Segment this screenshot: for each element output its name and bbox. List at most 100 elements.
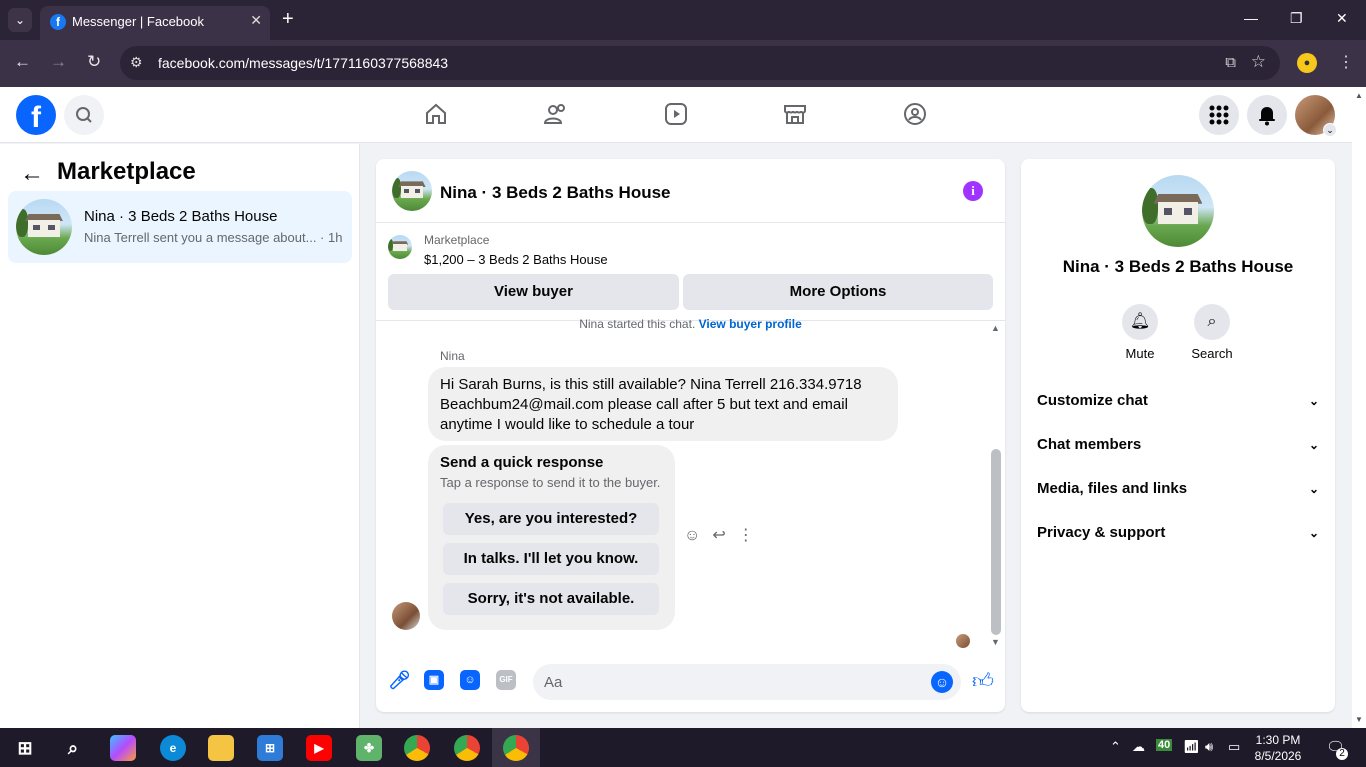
photo-icon[interactable]: ▣ <box>424 670 444 690</box>
search-button[interactable]: ⌕ Search <box>1176 304 1248 361</box>
message-input[interactable]: Aa ☺ <box>533 664 961 700</box>
view-buyer-profile-link[interactable]: View buyer profile <box>699 317 802 331</box>
extension-icon[interactable]: ● <box>1297 53 1317 73</box>
tab-close-icon[interactable]: ✕ <box>250 12 262 29</box>
message-bubble[interactable]: Hi Sarah Burns, is this still available?… <box>428 367 898 441</box>
more-icon[interactable]: ⋮ <box>738 527 754 544</box>
notification-count-badge: 2 <box>1336 748 1348 760</box>
listing-price[interactable]: $1,200 – 3 Beds 2 Baths House <box>424 252 608 267</box>
edge-icon[interactable]: e <box>160 735 186 761</box>
video-icon[interactable] <box>663 101 689 127</box>
scroll-down-icon[interactable]: ▼ <box>991 637 1000 647</box>
view-buyer-button[interactable]: View buyer <box>388 274 679 310</box>
scroll-up-icon[interactable]: ▲ <box>991 323 1000 333</box>
forward-icon[interactable]: → <box>50 52 67 72</box>
file-explorer-icon[interactable] <box>208 735 234 761</box>
minimize-icon[interactable]: — <box>1244 10 1258 26</box>
bookmark-star-icon[interactable]: ☆ <box>1251 52 1266 72</box>
app-icon[interactable]: ✤ <box>356 735 382 761</box>
chrome-active-icon[interactable] <box>503 735 529 761</box>
back-icon[interactable]: ← <box>14 52 31 72</box>
new-tab-button[interactable]: + <box>282 8 294 30</box>
chat-details-panel: Nina · 3 Beds 2 Baths House 🔔︎ Mute ⌕ Se… <box>1021 159 1335 712</box>
scroll-up-icon[interactable]: ▲ <box>1355 91 1363 100</box>
browser-menu-icon[interactable]: ⋮ <box>1338 52 1354 72</box>
chevron-down-icon: ⌄ <box>1323 123 1337 137</box>
window-close-icon[interactable]: ✕ <box>1336 10 1348 27</box>
started-text: Nina started this chat. <box>579 317 696 331</box>
battery-icon[interactable]: ▭ <box>1228 739 1240 755</box>
back-arrow-icon[interactable]: ← <box>20 160 44 188</box>
gif-icon[interactable]: GIF <box>496 670 516 690</box>
quick-response-option[interactable]: Yes, are you interested? <box>443 503 659 535</box>
url-text[interactable]: facebook.com/messages/t/1771160377568843 <box>158 55 448 71</box>
youtube-icon[interactable]: ▶ <box>306 735 332 761</box>
customize-chat-section[interactable]: Customize chat ⌄ <box>1037 381 1319 421</box>
microphone-icon[interactable]: 🎤︎ <box>388 670 411 690</box>
reload-icon[interactable]: ↻ <box>87 52 101 72</box>
menu-grid-button[interactable] <box>1199 95 1239 135</box>
groups-icon[interactable] <box>902 101 928 127</box>
marketplace-icon[interactable] <box>782 101 808 127</box>
clock[interactable]: 1:30 PM 8/5/2026 <box>1248 732 1308 764</box>
chat-members-section[interactable]: Chat members ⌄ <box>1037 425 1319 465</box>
scrollbar-thumb[interactable] <box>991 449 1001 635</box>
conversation-preview: Nina Terrell sent you a message about...… <box>84 230 343 245</box>
windows-start-icon[interactable]: ⊞ <box>12 735 38 761</box>
sticker-icon[interactable]: ☺ <box>460 670 480 690</box>
cloud-icon[interactable]: ☁ <box>1132 739 1145 755</box>
thumbs-up-icon[interactable]: 👍︎ <box>972 668 994 694</box>
sender-avatar[interactable] <box>392 602 420 630</box>
conversation-item[interactable]: Nina · 3 Beds 2 Baths House Nina Terrell… <box>8 191 352 263</box>
chat-thumbnail[interactable] <box>392 171 432 211</box>
privacy-support-section[interactable]: Privacy & support ⌄ <box>1037 513 1319 553</box>
facebook-search-button[interactable] <box>64 95 104 135</box>
more-options-button[interactable]: More Options <box>683 274 993 310</box>
chevron-down-icon: ⌄ <box>1308 482 1319 496</box>
notifications-button[interactable] <box>1247 95 1287 135</box>
media-files-links-section[interactable]: Media, files and links ⌄ <box>1037 469 1319 509</box>
address-bar-row: ← → ↻ ⚙ facebook.com/messages/t/17711603… <box>0 40 1366 87</box>
site-info-icon[interactable]: ⚙ <box>130 54 143 71</box>
profile-avatar[interactable]: ⌄ <box>1295 95 1337 137</box>
react-smiley-icon[interactable]: ☺ <box>684 527 700 544</box>
scroll-down-icon[interactable]: ▼ <box>1355 715 1363 724</box>
browser-tab[interactable]: f Messenger | Facebook ✕ <box>40 6 270 40</box>
quick-response-option[interactable]: In talks. I'll let you know. <box>443 543 659 575</box>
listing-thumbnail <box>16 199 72 255</box>
chrome-profile-icon[interactable] <box>454 735 480 761</box>
omnibox[interactable]: ⚙ facebook.com/messages/t/17711603775688… <box>120 46 1280 80</box>
details-name: Nina · 3 Beds 2 Baths House <box>1062 257 1294 276</box>
tab-search-icon[interactable]: ⌄ <box>8 8 32 32</box>
grid-icon <box>1209 105 1229 125</box>
windows-taskbar: ⊞ ⌕ e ⊞ ▶ ✤ ⌃ ☁ 40 📶︎ 🔊︎ ▭ 1:30 PM 8/5/2… <box>0 728 1366 767</box>
facebook-logo-icon[interactable]: f <box>16 95 56 135</box>
friends-icon[interactable] <box>543 101 569 127</box>
tab-title: Messenger | Facebook <box>72 14 204 29</box>
conversation-name: Nina · 3 Beds 2 Baths House <box>84 208 278 225</box>
store-icon[interactable]: ⊞ <box>257 735 283 761</box>
home-icon[interactable] <box>423 101 449 127</box>
tray-badge[interactable]: 40 <box>1156 739 1173 751</box>
reply-icon[interactable]: ↩ <box>712 527 725 544</box>
wifi-icon[interactable]: 📶︎ <box>1183 739 1200 755</box>
section-label: Privacy & support <box>1037 524 1166 541</box>
info-icon[interactable]: i <box>963 181 983 201</box>
tray-chevron-icon[interactable]: ⌃ <box>1110 739 1121 755</box>
clock-time: 1:30 PM <box>1255 733 1301 747</box>
chat-started-notice: Nina started this chat. View buyer profi… <box>376 317 1005 331</box>
mute-button[interactable]: 🔔︎ Mute <box>1104 304 1176 361</box>
chat-scrollbar[interactable]: ▲ ▼ <box>989 321 1003 651</box>
quick-response-option[interactable]: Sorry, it's not available. <box>443 583 659 615</box>
chevron-down-icon: ⌄ <box>1308 438 1319 452</box>
volume-icon[interactable]: 🔊︎ <box>1205 739 1213 755</box>
emoji-icon[interactable]: ☺ <box>931 671 953 693</box>
copilot-icon[interactable] <box>110 735 136 761</box>
chrome-icon[interactable] <box>404 735 430 761</box>
taskbar-search-icon[interactable]: ⌕ <box>60 735 86 761</box>
page-scrollbar[interactable]: ▲ ▼ <box>1352 87 1366 728</box>
restore-icon[interactable]: ❐ <box>1290 10 1303 27</box>
install-app-icon[interactable]: ⧉ <box>1225 54 1236 71</box>
seen-indicator-avatar <box>956 634 970 648</box>
chat-title[interactable]: Nina · 3 Beds 2 Baths House <box>440 183 671 203</box>
